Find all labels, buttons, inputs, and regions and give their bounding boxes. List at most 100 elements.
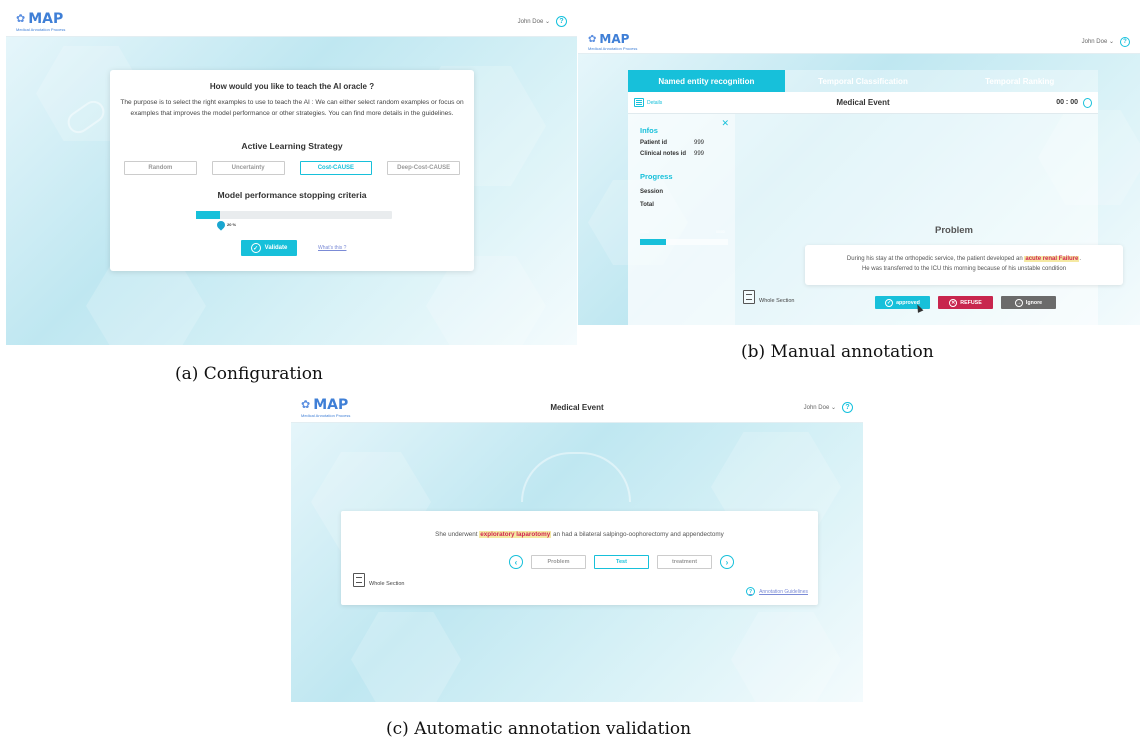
strategy-heading: Active Learning Strategy <box>241 141 343 151</box>
patient-id-value: 999 <box>694 140 705 146</box>
logo-subtitle: Medical Annotation Process <box>16 26 66 32</box>
logo-text: MAP <box>28 10 64 27</box>
text-before: During his stay at the orthopedic servic… <box>846 256 1025 262</box>
top-bar: ✿ MAP Medical Annotation Process John Doe… <box>578 30 1140 54</box>
validation-sentence: She underwent exploratory laparotomy an … <box>341 531 818 538</box>
refuse-button[interactable]: ✕ REFUSE <box>938 296 993 309</box>
config-description: The purpose is to select the right examp… <box>120 99 464 117</box>
help-icon: ? <box>746 587 756 596</box>
ignore-label: Ignore <box>1025 299 1043 306</box>
annotation-header: Details Medical Event 00 : 00 <box>628 92 1098 114</box>
x-circle-icon: ✕ <box>949 298 958 307</box>
strategy-options: Random Uncertainty Cost-CAUSE Deep-Cost-… <box>124 161 460 175</box>
validation-card: She underwent exploratory laparotomy an … <box>341 511 818 605</box>
progress-right-label: 00/00 <box>716 230 725 234</box>
help-icon[interactable]: ? <box>556 15 567 27</box>
strategy-uncertainty-button[interactable]: Uncertainty <box>211 161 285 175</box>
text-after: an had a bilateral salpingo-oophorectomy… <box>551 531 724 538</box>
caption-a: (a) Configuration <box>175 364 323 384</box>
total-label: Total <box>640 202 654 208</box>
strategy-random-button[interactable]: Random <box>124 161 197 175</box>
class-selector: ‹ Problem Test treatment › <box>509 555 734 569</box>
entity-type-label: Problem <box>935 225 974 236</box>
validate-button[interactable]: ✓ Validate <box>241 240 297 256</box>
check-icon: ✓ <box>885 298 894 307</box>
annotation-text-box: During his stay at the orthopedic servic… <box>805 245 1123 285</box>
slider-fill <box>196 211 220 219</box>
strategy-cost-cause-button[interactable]: Cost-CAUSE <box>299 161 373 175</box>
caption-c: (c) Automatic annotation validation <box>386 719 692 739</box>
progress-heading: Progress <box>640 172 673 181</box>
annotation-panel: Details Medical Event 00 : 00 ✕ Infos Pa… <box>628 92 1123 325</box>
ignore-button[interactable]: → Ignore <box>1001 296 1056 309</box>
whats-this-link[interactable]: What's this ? <box>318 245 346 251</box>
whole-section-button[interactable]: Whole Section <box>743 290 794 304</box>
annotation-guidelines-link[interactable]: ? Annotation Guidelines <box>746 587 808 596</box>
logo[interactable]: ✿ MAP Medical Annotation Process <box>16 11 65 32</box>
highlighted-entity[interactable]: acute renal Failure <box>1024 256 1080 262</box>
user-menu[interactable]: John Doe ⌄ ? <box>1082 36 1130 47</box>
notes-id-label: Clinical notes id <box>640 151 687 157</box>
infos-heading: Infos <box>640 126 658 135</box>
whole-section-button[interactable]: Whole Section <box>353 573 404 587</box>
logo-icon: ✿ <box>16 13 26 25</box>
panel-automatic-validation: ✿ MAP Medical Annotation Process Medical … <box>291 392 863 702</box>
option-test-button[interactable]: Test <box>594 555 649 569</box>
whole-section-label: Whole Section <box>369 581 405 587</box>
check-icon: ✓ <box>250 243 261 253</box>
details-label: Details <box>647 99 663 106</box>
logo-icon: ✿ <box>588 33 597 45</box>
logo-subtitle: Medical Annotation Process <box>301 412 351 418</box>
config-title: How would you like to teach the AI oracl… <box>209 82 375 91</box>
close-icon[interactable]: ✕ <box>721 118 729 129</box>
panel-manual-annotation: ✿ MAP Medical Annotation Process John Doe… <box>578 30 1140 325</box>
task-tabs: Named entity recognition Temporal Classi… <box>628 70 1099 92</box>
option-problem-button[interactable]: Problem <box>531 555 586 569</box>
menu-icon <box>634 98 644 107</box>
tab-named-entity-recognition[interactable]: Named entity recognition <box>628 70 785 92</box>
logo[interactable]: ✿ MAP Medical Annotation Process <box>588 32 637 51</box>
notes-id-row: Clinical notes id 999 <box>640 151 730 157</box>
session-label: Session <box>640 189 664 195</box>
highlighted-entity[interactable]: exploratory laparotomy <box>479 531 552 538</box>
option-treatment-button[interactable]: treatment <box>657 555 712 569</box>
criteria-heading: Model performance stopping criteria <box>217 190 367 200</box>
progress-left-label: 00/00 <box>640 230 649 234</box>
chevron-left-icon[interactable]: ‹ <box>509 555 523 569</box>
validate-label: Validate <box>264 245 288 251</box>
caption-b: (b) Manual annotation <box>741 342 934 362</box>
stopping-criteria-slider[interactable] <box>196 211 392 219</box>
user-name: John Doe ⌄ <box>517 18 550 25</box>
text-after: . <box>1079 256 1082 262</box>
chevron-right-icon[interactable]: › <box>720 555 734 569</box>
sentence-line-1: During his stay at the orthopedic servic… <box>813 254 1115 264</box>
details-sidebar: ✕ Infos Patient id 999 Clinical notes id 9… <box>628 114 735 325</box>
tab-temporal-classification[interactable]: Temporal Classification <box>784 70 942 92</box>
top-bar: ✿ MAP Medical Annotation Process John Doe… <box>6 6 577 37</box>
details-toggle[interactable]: Details <box>634 98 662 107</box>
decision-buttons: ✓ approved ✕ REFUSE → Ignore <box>875 296 1056 309</box>
stopwatch-icon <box>1083 97 1092 108</box>
tab-temporal-ranking[interactable]: Temporal Ranking <box>941 70 1099 92</box>
config-card: How would you like to teach the AI oracl… <box>110 70 474 271</box>
progress-fill <box>640 239 667 245</box>
total-row: Total <box>640 202 730 208</box>
header-title: Medical Event <box>550 403 604 412</box>
slider-handle[interactable] <box>215 219 227 231</box>
timer: 00 : 00 <box>1056 97 1092 108</box>
slider-value-label: 20 % <box>227 222 237 227</box>
timer-value: 00 : 00 <box>1056 99 1078 106</box>
text-before: She underwent <box>435 531 480 538</box>
notes-id-value: 999 <box>694 151 705 157</box>
guidelines-label: Annotation Guidelines <box>759 588 808 595</box>
patient-id-row: Patient id 999 <box>640 140 730 146</box>
panel-configuration: ✿ MAP Medical Annotation Process John Doe… <box>6 6 577 345</box>
progress-bar <box>640 239 728 245</box>
document-icon <box>743 290 755 304</box>
sentence-line-2: He was transferred to the ICU this morni… <box>861 266 1067 272</box>
user-menu[interactable]: John Doe ⌄ ? <box>517 15 567 27</box>
whole-section-label: Whole Section <box>759 298 795 304</box>
strategy-deep-cost-cause-button[interactable]: Deep-Cost-CAUSE <box>387 161 460 175</box>
help-icon[interactable]: ? <box>1120 36 1130 47</box>
document-icon <box>353 573 365 587</box>
